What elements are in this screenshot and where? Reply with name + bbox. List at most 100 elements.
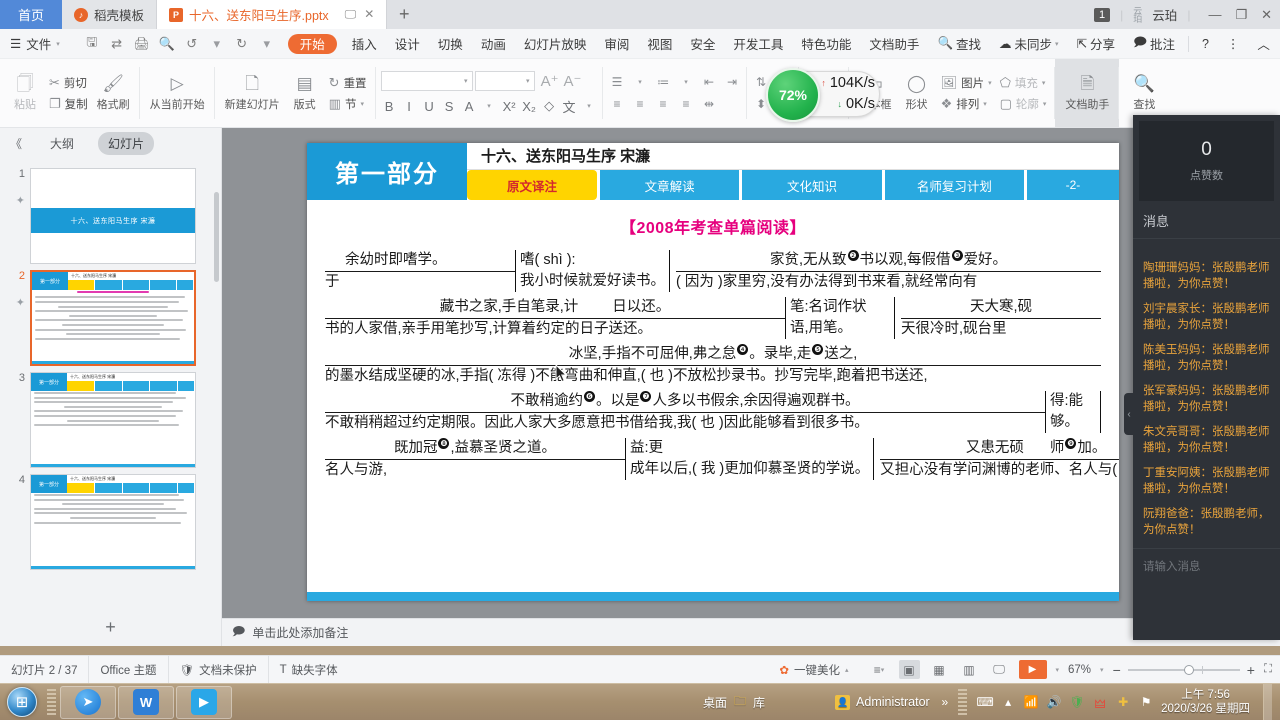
cloud-sync-icon[interactable]: ⇄ — [106, 33, 128, 55]
format-painter-button[interactable]: 🖌 格式刷 — [92, 72, 135, 114]
clear-format-button[interactable]: ◇ — [541, 98, 558, 114]
ribbon-tab-insert[interactable]: 插入 — [343, 29, 386, 59]
slide-thumbnail[interactable]: 第一部分 十六、送东阳马生序 宋濂 — [30, 372, 196, 468]
network-monitor-widget[interactable]: 72% ↑ 104K/s ↓ 0K/s — [766, 68, 880, 122]
ribbon-tab-features[interactable]: 特色功能 — [792, 29, 860, 59]
redo-icon[interactable]: ↻ — [231, 33, 253, 55]
collapse-pane-icon[interactable]: 《 — [6, 135, 26, 152]
comment-button[interactable]: 🗩 批注 — [1124, 29, 1184, 59]
taskbar-button-browser[interactable]: ➤ — [60, 685, 116, 719]
decrease-font-size-button[interactable]: A⁻ — [564, 72, 582, 90]
ribbon-tab-doc-assistant[interactable]: 文档助手 — [860, 29, 928, 59]
strikethrough-button[interactable]: S — [441, 99, 458, 114]
notes-pane[interactable]: 🗩 单击此处添加备注 — [222, 618, 1280, 646]
increase-indent-button[interactable]: ⇥ — [723, 74, 742, 91]
antivirus-icon[interactable]: 🜲 — [1092, 694, 1108, 711]
picture-button[interactable]: 🖼 图片 ▾ — [937, 74, 996, 92]
desktop-label[interactable]: 桌面 — [703, 694, 727, 711]
fit-to-window-button[interactable]: ⛶ — [1264, 663, 1272, 676]
chevron-down-icon[interactable]: ▾ — [481, 102, 498, 110]
zoom-level-label[interactable]: 67% — [1068, 664, 1091, 676]
font-size-input[interactable]: ▾ — [474, 70, 535, 91]
slide-tab-original-text[interactable]: 原文译注 — [467, 170, 597, 200]
chevron-down-icon[interactable]: ▾ — [1100, 666, 1104, 674]
missing-font-status[interactable]: T 缺失字体 — [267, 655, 349, 684]
share-button[interactable]: ⇱ 分享 — [1068, 29, 1125, 59]
slide-thumbnail-item[interactable]: 1 ✦ 十六、送东阳马生序 宋濂 — [0, 162, 221, 264]
show-hidden-icons-icon[interactable]: ▴ — [1000, 694, 1016, 710]
ribbon-tab-animation[interactable]: 动画 — [472, 29, 515, 59]
protection-status[interactable]: 🛡 文档未保护 — [167, 655, 268, 684]
bold-button[interactable]: B — [381, 99, 398, 114]
numbered-list-button[interactable]: ≔ — [654, 74, 673, 91]
zoom-slider[interactable]: − + — [1113, 662, 1255, 678]
font-name-input[interactable]: ▾ — [380, 70, 473, 91]
increase-font-size-button[interactable]: A⁺ — [541, 72, 559, 90]
active-window-label[interactable]: Administrator — [856, 695, 930, 709]
find-replace-button[interactable]: 🔍 查找 — [1124, 72, 1164, 114]
undo-icon[interactable]: ↺ — [181, 33, 203, 55]
align-right-button[interactable]: ≡ — [654, 96, 673, 113]
theme-status[interactable]: Office 主题 — [88, 655, 167, 684]
subscript-button[interactable]: X₂ — [521, 99, 538, 114]
slide-count-status[interactable]: 幻灯片 2 / 37 — [0, 656, 88, 684]
maximize-icon[interactable]: ❐ — [1235, 7, 1247, 23]
monitor-icon[interactable]: 🖵 — [345, 7, 357, 22]
tray-grip[interactable] — [958, 689, 968, 715]
slide-tab-article-analysis[interactable]: 文章解读 — [600, 170, 740, 200]
view-options-button[interactable]: ≡ ▾ — [869, 660, 890, 679]
zoom-out-button[interactable]: − — [1113, 662, 1121, 678]
undo-chevron-icon[interactable]: ▾ — [206, 33, 228, 55]
shape-button[interactable]: ◯ 形状 — [897, 72, 937, 114]
play-chevron-icon[interactable]: ▾ — [1056, 666, 1060, 674]
account-avatar[interactable]: 云珀 — [1133, 6, 1142, 23]
ribbon-tab-view[interactable]: 视图 — [638, 29, 681, 59]
beautify-button[interactable]: ✿ 一键美化 ▴ — [768, 656, 859, 684]
cut-button[interactable]: ✂ 剪切 — [45, 74, 92, 92]
reading-view-button[interactable]: ▥ — [959, 660, 980, 679]
chevron-down-icon[interactable]: ▾ — [631, 74, 650, 91]
print-preview-icon[interactable]: 🔍 — [156, 33, 178, 55]
layout-button[interactable]: ▤ 版式 — [285, 72, 325, 114]
collapse-ribbon-button[interactable]: ︿ — [1248, 29, 1279, 59]
chevron-down-icon[interactable]: ▾ — [677, 74, 696, 91]
qat-chevron-icon[interactable]: ▾ — [256, 33, 278, 55]
close-icon[interactable]: ✕ — [364, 7, 374, 22]
security-shield-icon[interactable]: 🛡 — [1069, 694, 1085, 710]
slide-sorter-view-button[interactable]: ▦ — [929, 660, 950, 679]
slide-thumbnail-list[interactable]: 1 ✦ 十六、送东阳马生序 宋濂 2 ✦ 第一部分 十六、送东阳马生序 宋濂 3… — [0, 158, 221, 608]
new-tab-button[interactable]: + — [387, 0, 422, 29]
underline-button[interactable]: U — [421, 99, 438, 114]
ribbon-tab-devtools[interactable]: 开发工具 — [724, 29, 792, 59]
fill-button[interactable]: ⬠ 填充 ▾ — [996, 74, 1051, 92]
help-button[interactable]: ? — [1193, 29, 1218, 59]
scrollbar-thumb[interactable] — [214, 192, 219, 282]
slide-thumbnail[interactable]: 第一部分 十六、送东阳马生序 宋濂 — [30, 474, 196, 570]
font-color-button[interactable]: A — [461, 99, 478, 114]
slide-canvas[interactable]: 第一部分 十六、送东阳马生序 宋濂 原文译注 文章解读 文化知识 名师复习计划 … — [307, 143, 1119, 601]
slide-thumbnail-item[interactable]: 3 第一部分 十六、送东阳马生序 宋濂 — [0, 366, 221, 468]
justify-button[interactable]: ≡ — [677, 96, 696, 113]
keyboard-icon[interactable]: ⌨ — [976, 694, 993, 710]
message-list[interactable]: 陶珊珊妈妈：张殷鹏老师播啦，为你点赞！ 刘宇晨家长：张殷鹏老师播啦，为你点赞！ … — [1133, 250, 1280, 548]
minimize-icon[interactable]: — — [1208, 7, 1221, 23]
account-name[interactable]: 云珀 — [1152, 5, 1177, 24]
bullet-list-button[interactable]: ☰ — [608, 74, 627, 91]
ribbon-tab-review[interactable]: 审阅 — [595, 29, 638, 59]
notes-view-button[interactable]: 🖵 — [989, 660, 1010, 679]
normal-view-button[interactable]: ▣ — [898, 660, 920, 679]
zoom-slider-knob[interactable] — [1183, 664, 1194, 675]
arrange-button[interactable]: ❖ 排列 ▾ — [937, 95, 996, 113]
start-button[interactable]: ⊞ — [0, 685, 44, 720]
network-icon[interactable]: 📶 — [1023, 694, 1039, 710]
chevron-down-icon[interactable]: ▾ — [581, 102, 598, 110]
save-icon[interactable]: 🖫 — [81, 33, 103, 55]
ribbon-tab-start[interactable]: 开始 — [287, 33, 337, 54]
cpu-usage-circle[interactable]: 72% — [766, 68, 820, 122]
tray-overflow-icon[interactable]: » — [941, 695, 948, 709]
ribbon-tab-slideshow[interactable]: 幻灯片放映 — [515, 29, 596, 59]
more-options-button[interactable]: ⋮ — [1218, 29, 1249, 59]
file-menu[interactable]: ☰ 文件 ▾ — [0, 29, 69, 59]
slide-thumbnail-item[interactable]: 4 第一部分 十六、送东阳马生序 宋濂 — [0, 468, 221, 570]
slide-tab-culture-knowledge[interactable]: 文化知识 — [742, 170, 882, 200]
